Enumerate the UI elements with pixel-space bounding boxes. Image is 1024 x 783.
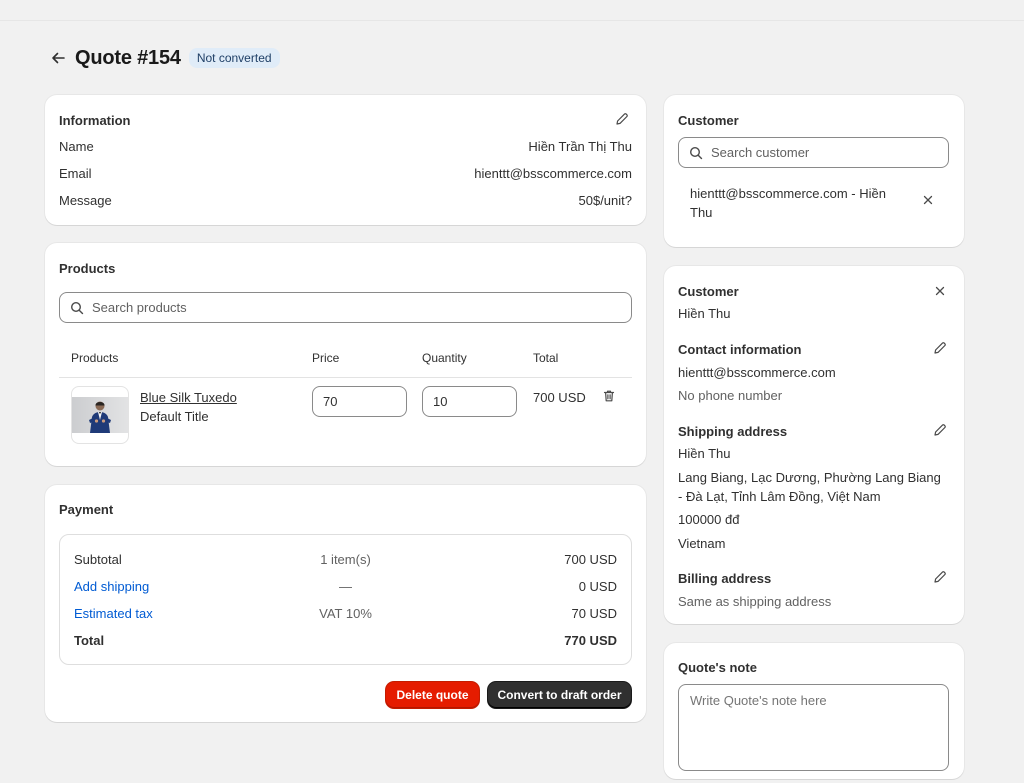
payment-middle: —: [339, 579, 352, 594]
products-title: Products: [59, 261, 116, 276]
product-variant: Default Title: [140, 409, 209, 424]
information-title: Information: [59, 113, 131, 128]
close-icon[interactable]: [931, 282, 949, 300]
selected-customer-line2: Thu: [690, 205, 713, 220]
shipping-name: Hiền Thu: [678, 446, 731, 461]
payment-row-tax: Estimated tax VAT 10% 70 USD: [74, 606, 617, 621]
contact-phone: No phone number: [678, 388, 783, 403]
pencil-icon[interactable]: [931, 421, 949, 439]
table-divider: [59, 377, 632, 378]
payment-row-subtotal: Subtotal 1 item(s) 700 USD: [74, 552, 617, 567]
billing-address-title: Billing address: [678, 571, 772, 586]
column-header-price: Price: [312, 351, 340, 365]
payment-label: Subtotal: [74, 552, 122, 567]
info-label: Message: [59, 193, 112, 208]
product-search[interactable]: [59, 292, 632, 323]
info-value: 50$/unit?: [578, 193, 633, 208]
info-value: Hiền Trần Thị Thu: [528, 139, 632, 154]
payment-summary-box: Subtotal 1 item(s) 700 USD Add shipping …: [59, 534, 632, 665]
customer-search[interactable]: [678, 137, 949, 168]
top-divider: [0, 20, 1024, 21]
customer-name: Hiền Thu: [678, 306, 731, 321]
payment-card: Payment Subtotal 1 item(s) 700 USD Add s…: [45, 485, 646, 722]
quote-note-card: Quote's note: [664, 643, 964, 779]
contact-email: hienttt@bsscommerce.com: [678, 365, 836, 380]
info-label: Email: [59, 166, 92, 181]
payment-middle: 1 item(s): [320, 552, 371, 567]
trash-icon[interactable]: [600, 387, 618, 405]
customer-title: Customer: [678, 113, 739, 128]
customer-detail-title: Customer: [678, 284, 739, 299]
payment-row-shipping: Add shipping — 0 USD: [74, 579, 617, 594]
back-arrow-icon[interactable]: [48, 48, 68, 68]
payment-middle: VAT 10%: [319, 606, 372, 621]
close-icon[interactable]: [919, 191, 937, 209]
quantity-input[interactable]: 10: [422, 386, 517, 417]
shipping-line2: - Đà Lạt, Tỉnh Lâm Đồng, Việt Nam: [678, 489, 881, 504]
billing-address-value: Same as shipping address: [678, 594, 832, 609]
payment-value: 0 USD: [578, 579, 617, 594]
selected-customer-line1: hienttt@bsscommerce.com - Hiền: [690, 186, 886, 201]
pencil-icon[interactable]: [613, 110, 631, 128]
shipping-zip: 100000 đđ: [678, 512, 740, 527]
information-card: Information Name Hiền Trần Thị Thu Email…: [45, 95, 646, 225]
search-icon: [689, 146, 703, 159]
column-header-products: Products: [71, 351, 119, 365]
product-thumbnail[interactable]: [71, 386, 129, 444]
info-label: Name: [59, 139, 94, 154]
shipping-country: Vietnam: [678, 536, 726, 551]
product-name-link[interactable]: Blue Silk Tuxedo: [140, 390, 237, 405]
contact-information-title: Contact information: [678, 342, 802, 357]
page-header: Quote #154 Not converted: [48, 44, 280, 72]
shipping-line1: Lang Biang, Lạc Dương, Phường Lang Biang: [678, 470, 941, 485]
payment-row-total: Total 770 USD: [74, 633, 617, 648]
delete-quote-button[interactable]: Delete quote: [386, 682, 479, 708]
info-row-message: Message 50$/unit?: [59, 193, 632, 208]
shipping-address-title: Shipping address: [678, 424, 788, 439]
product-total: 700 USD: [533, 390, 586, 405]
payment-label: Total: [74, 633, 105, 648]
page-title: Quote #154: [75, 46, 181, 69]
products-card: Products Products Price Quantity Total: [45, 243, 646, 466]
customer-detail-card: Customer Hiền Thu Contact information hi…: [664, 266, 964, 624]
product-search-input[interactable]: [92, 300, 541, 315]
column-header-total: Total: [533, 351, 559, 365]
status-badge: Not converted: [188, 48, 280, 68]
convert-to-draft-order-button[interactable]: Convert to draft order: [488, 682, 631, 708]
search-icon: [70, 301, 84, 314]
customer-search-input[interactable]: [711, 145, 919, 160]
pencil-icon[interactable]: [931, 568, 949, 586]
add-shipping-link[interactable]: Add shipping: [74, 579, 254, 594]
column-header-quantity: Quantity: [422, 351, 467, 365]
estimated-tax-link[interactable]: Estimated tax: [74, 606, 254, 621]
price-input[interactable]: 70: [312, 386, 407, 417]
quote-note-title: Quote's note: [678, 660, 757, 675]
info-row-name: Name Hiền Trần Thị Thu: [59, 139, 632, 154]
payment-value: 700 USD: [564, 552, 617, 567]
customer-search-card: Customer hienttt@bsscommerce.com - Hiền …: [664, 95, 964, 247]
info-row-email: Email hienttt@bsscommerce.com: [59, 166, 632, 181]
pencil-icon[interactable]: [931, 339, 949, 357]
payment-value: 70 USD: [571, 606, 617, 621]
payment-title: Payment: [59, 502, 114, 517]
payment-value: 770 USD: [564, 633, 617, 648]
quote-note-textarea[interactable]: [678, 684, 949, 771]
info-value: hienttt@bsscommerce.com: [474, 166, 632, 181]
